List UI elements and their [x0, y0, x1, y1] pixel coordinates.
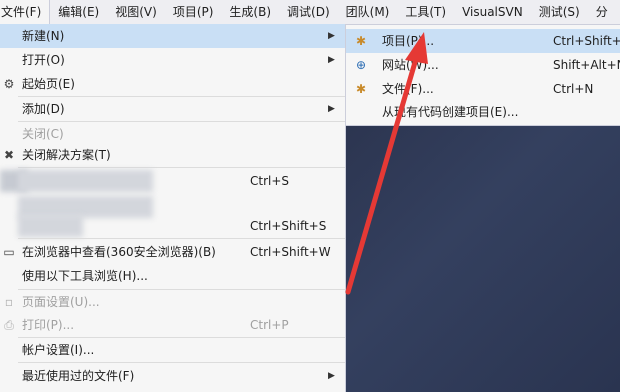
submenu-arrow-icon: ▶	[328, 104, 335, 114]
menu-item-recent-files-label: 最近使用过的文件(F)	[22, 369, 135, 383]
submenu-item-project-label: 项目(P)...	[382, 34, 435, 48]
menu-item-close-solution-label: 关闭解决方案(T)	[22, 148, 111, 162]
menu-item-save-all-shortcut: Ctrl+Shift+S	[250, 219, 327, 233]
menu-item-print-shortcut: Ctrl+P	[250, 318, 289, 332]
submenu-item-file-shortcut: Ctrl+N	[553, 82, 594, 96]
menu-analyze[interactable]: 分	[588, 0, 616, 24]
menu-separator	[18, 238, 345, 239]
new-file-icon: ✱	[355, 82, 367, 96]
menu-separator	[18, 362, 345, 363]
submenu-item-file[interactable]: ✱ 文件(F)... Ctrl+N	[346, 77, 620, 101]
menu-item-save[interactable]: Ctrl+S	[0, 169, 345, 193]
submenu-item-file-label: 文件(F)...	[382, 82, 434, 96]
menu-item-view-in-browser[interactable]: ▭ 在浏览器中查看(360安全浏览器)(B) Ctrl+Shift+W	[0, 240, 345, 264]
menu-item-open[interactable]: 打开(O) ▶	[0, 48, 345, 72]
menu-item-start-page[interactable]: ⚙ 起始页(E)	[0, 72, 345, 96]
menu-item-browse-with-label: 使用以下工具浏览(H)...	[22, 269, 148, 283]
menu-debug[interactable]: 调试(D)	[279, 0, 338, 24]
ide-editor-background	[344, 124, 620, 392]
close-solution-icon: ✖	[3, 148, 15, 162]
submenu-item-project[interactable]: ✱ 项目(P)... Ctrl+Shift+N	[346, 29, 620, 53]
menu-bar: 文件(F) 编辑(E) 视图(V) 项目(P) 生成(B) 调试(D) 团队(M…	[0, 0, 620, 25]
globe-icon: ⊕	[355, 58, 367, 72]
menu-file[interactable]: 文件(F)	[0, 0, 51, 25]
menu-item-add-label: 添加(D)	[22, 102, 65, 116]
menu-visualsvn[interactable]: VisualSVN	[454, 0, 531, 24]
menu-item-print: ⎙ 打印(P)... Ctrl+P	[0, 313, 345, 337]
menu-item-view-in-browser-shortcut: Ctrl+Shift+W	[250, 245, 331, 259]
new-project-icon: ✱	[355, 34, 367, 48]
page-setup-icon: ▫	[4, 295, 14, 309]
menu-item-page-setup: ▫ 页面设置(U)...	[0, 290, 345, 314]
submenu-arrow-icon: ▶	[328, 55, 335, 65]
menu-build[interactable]: 生成(B)	[221, 0, 279, 24]
menu-separator	[18, 167, 345, 168]
submenu-item-from-existing[interactable]: 从现有代码创建项目(E)...	[346, 100, 620, 124]
menu-item-account-settings-label: 帐户设置(I)...	[22, 343, 95, 357]
menu-team[interactable]: 团队(M)	[338, 0, 398, 24]
menu-item-start-page-label: 起始页(E)	[22, 77, 75, 91]
submenu-arrow-icon: ▶	[328, 371, 335, 381]
submenu-item-website-label: 网站(W)...	[382, 58, 439, 72]
menu-edit[interactable]: 编辑(E)	[50, 0, 107, 24]
submenu-item-project-shortcut: Ctrl+Shift+N	[553, 34, 620, 48]
submenu-item-from-existing-label: 从现有代码创建项目(E)...	[382, 105, 519, 119]
menu-test[interactable]: 测试(S)	[531, 0, 588, 24]
menu-item-print-label: 打印(P)...	[22, 318, 75, 332]
browser-icon: ▭	[3, 245, 15, 259]
menu-item-account-settings[interactable]: 帐户设置(I)...	[0, 338, 345, 362]
menu-item-save-shortcut: Ctrl+S	[250, 174, 290, 188]
menu-item-open-label: 打开(O)	[22, 53, 65, 67]
menu-item-save-all[interactable]: Ctrl+Shift+S	[0, 214, 345, 238]
blurred-label	[18, 170, 153, 192]
submenu-item-website-shortcut: Shift+Alt+N	[553, 58, 620, 72]
submenu-arrow-icon: ▶	[328, 31, 335, 41]
menu-item-new-label: 新建(N)	[22, 29, 65, 43]
menu-item-browse-with[interactable]: 使用以下工具浏览(H)...	[0, 264, 345, 288]
menu-item-close-solution[interactable]: ✖ 关闭解决方案(T)	[0, 143, 345, 167]
gear-icon: ⚙	[3, 77, 15, 91]
menu-project[interactable]: 项目(P)	[165, 0, 222, 24]
submenu-item-website[interactable]: ⊕ 网站(W)... Shift+Alt+N	[346, 53, 620, 77]
menu-item-recent-files[interactable]: 最近使用过的文件(F) ▶	[0, 364, 345, 388]
menu-item-add[interactable]: 添加(D) ▶	[0, 97, 345, 121]
menu-item-page-setup-label: 页面设置(U)...	[22, 295, 100, 309]
menu-item-view-in-browser-label: 在浏览器中查看(360安全浏览器)(B)	[22, 245, 216, 259]
menu-view[interactable]: 视图(V)	[107, 0, 165, 24]
new-submenu: ✱ 项目(P)... Ctrl+Shift+N ⊕ 网站(W)... Shift…	[345, 24, 620, 126]
blurred-label	[18, 215, 83, 237]
file-menu: 新建(N) ▶ 打开(O) ▶ ⚙ 起始页(E) 添加(D) ▶ 关闭(C) ✖…	[0, 24, 346, 392]
menu-tools[interactable]: 工具(T)	[397, 0, 454, 24]
menu-item-new[interactable]: 新建(N) ▶	[0, 24, 345, 48]
printer-icon: ⎙	[4, 318, 14, 332]
